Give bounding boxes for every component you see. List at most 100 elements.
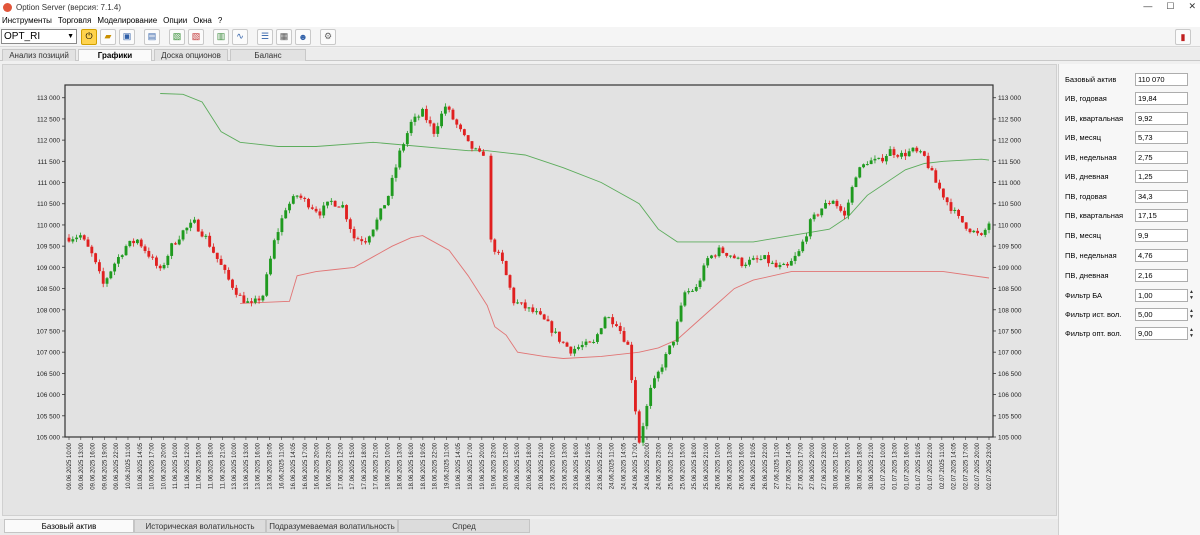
param-value-field[interactable]: 1,00	[1135, 288, 1188, 302]
users-button[interactable]: ☻	[295, 28, 311, 45]
ticker-select[interactable]: OPT_RI ▼	[1, 29, 77, 44]
list-icon: ☰	[260, 31, 270, 41]
x-tick-label: 23.06.2025 13:00	[562, 442, 568, 489]
minimize-icon[interactable]: —	[1143, 1, 1152, 12]
param-value-field[interactable]: 19,84	[1135, 91, 1188, 105]
menu-trading[interactable]: Торговля	[58, 16, 91, 25]
param-value-field[interactable]: 9,92	[1135, 111, 1188, 125]
param-value-field[interactable]: 34,3	[1135, 189, 1188, 203]
x-tick-label: 24.06.2025 20:00	[645, 442, 651, 489]
x-tick-label: 30.06.2025 15:00	[845, 442, 851, 489]
x-tick-label: 25.06.2025 15:00	[680, 442, 686, 489]
candle-body	[865, 164, 869, 166]
candle-body	[839, 206, 843, 211]
candle-body	[531, 307, 535, 312]
candle-body	[451, 109, 455, 120]
x-tick-label: 16.06.2025 11:00	[279, 442, 285, 489]
candle-body	[356, 238, 360, 240]
portfolio-button[interactable]: ▦	[276, 28, 292, 45]
doc-add-button[interactable]: ▧	[169, 28, 185, 45]
x-tick-label: 20.06.2025 21:00	[539, 442, 545, 489]
x-tick-label: 09.06.2025 10:00	[67, 442, 73, 489]
tab-implied-volatility[interactable]: Подразумеваемая волатильность	[266, 519, 398, 533]
candle-body	[554, 331, 558, 333]
candle-body	[523, 302, 527, 309]
x-tick-label: 27.06.2025 23:00	[822, 442, 828, 489]
param-value-field[interactable]: 17,15	[1135, 208, 1188, 222]
menu-options[interactable]: Опции	[163, 16, 187, 25]
candle-body	[926, 155, 930, 168]
menu-windows[interactable]: Окна	[193, 16, 212, 25]
tab-spread[interactable]: Спред	[398, 519, 530, 533]
candle-body	[181, 230, 185, 240]
title-bar: Option Server (версия: 7.1.4) — ☐ ✕	[0, 0, 1200, 14]
line-chart-button[interactable]: ∿	[232, 28, 248, 45]
param-value-field[interactable]: 2,75	[1135, 150, 1188, 164]
candle-body	[744, 264, 748, 267]
x-tick-label: 16.06.2025 20:00	[315, 442, 321, 489]
tab-option-board[interactable]: Доска опционов	[154, 49, 228, 61]
candle-body	[907, 151, 911, 157]
param-value-field[interactable]: 9,9	[1135, 228, 1188, 242]
candle-body	[120, 255, 124, 258]
chevron-down-icon: ▼	[67, 33, 74, 40]
candle-body	[751, 258, 755, 260]
param-value-field[interactable]: 4,76	[1135, 248, 1188, 262]
doc-remove-button[interactable]: ▧	[188, 28, 204, 45]
menu-instruments[interactable]: Инструменты	[2, 16, 52, 25]
candle-body	[383, 205, 386, 209]
param-value-field[interactable]: 2,16	[1135, 268, 1188, 282]
param-row: ИВ, недельная 2,75	[1065, 150, 1193, 164]
tab-position-analysis[interactable]: Анализ позиций	[2, 49, 76, 61]
maximize-icon[interactable]: ☐	[1166, 1, 1174, 12]
candle-body	[185, 227, 189, 231]
param-row: ПВ, годовая 34,3	[1065, 189, 1193, 203]
close-icon[interactable]: ✕	[1188, 1, 1196, 12]
spinner-icon[interactable]: ▲ ▼	[1189, 289, 1195, 302]
param-value-field[interactable]: 5,73	[1135, 130, 1188, 144]
candle-body	[75, 237, 79, 240]
settings-button[interactable]: ⚙	[320, 28, 336, 45]
param-value-field[interactable]: 110 070	[1135, 72, 1188, 86]
bottom-tabs: Базовый актив Историческая волатильность…	[0, 519, 1058, 535]
y-tick-label-right: 107 000	[998, 350, 1022, 357]
menu-modeling[interactable]: Моделирование	[97, 16, 157, 25]
tab-balance[interactable]: Баланс	[230, 49, 306, 61]
tab-underlying[interactable]: Базовый актив	[4, 519, 134, 533]
y-tick-label-left: 108 500	[37, 286, 61, 293]
users-icon: ☻	[298, 31, 308, 42]
save-button[interactable]: ▣	[119, 28, 135, 45]
candle-body	[656, 371, 660, 379]
menu-help[interactable]: ?	[218, 16, 222, 25]
spinner-icon[interactable]: ▲ ▼	[1189, 327, 1195, 340]
param-value-field[interactable]: 1,25	[1135, 169, 1188, 183]
x-tick-label: 13.06.2025 16:00	[256, 442, 262, 489]
candle-body	[155, 257, 158, 266]
param-label: ИВ, месяц	[1065, 132, 1101, 142]
tab-historical-volatility[interactable]: Историческая волатильность	[134, 519, 266, 533]
price-chart[interactable]: 113 000 113 000 112 500 112 500 112 000 112 0…	[3, 65, 1056, 515]
candle-body	[896, 155, 900, 157]
open-folder-button[interactable]: ▰	[100, 28, 116, 45]
candle-body	[569, 346, 573, 354]
candle-body	[462, 129, 466, 136]
candle-body	[786, 263, 789, 266]
book-button[interactable]: ▮	[1175, 29, 1191, 45]
candle-body	[892, 149, 896, 156]
spinner-icon[interactable]: ▲ ▼	[1189, 308, 1195, 321]
param-value-field[interactable]: 9,00	[1135, 326, 1188, 340]
power-button[interactable]: ⏻	[81, 28, 97, 45]
tab-charts[interactable]: Графики	[78, 49, 152, 61]
x-tick-label: 17.06.2025 18:00	[362, 442, 368, 489]
param-value-field[interactable]: 5,00	[1135, 307, 1188, 321]
candle-body	[78, 235, 82, 238]
candle-body	[143, 246, 147, 251]
list-button[interactable]: ☰	[257, 28, 273, 45]
param-row: Фильтр ист. вол. 5,00 ▲ ▼	[1065, 307, 1195, 321]
table-button[interactable]: ▤	[144, 28, 160, 45]
candle-body	[436, 126, 440, 134]
bars-button[interactable]: ▥	[213, 28, 229, 45]
param-row: Фильтр опт. вол. 9,00 ▲ ▼	[1065, 326, 1195, 340]
x-tick-label: 02.07.2025 23:00	[987, 442, 993, 489]
param-label: ПВ, годовая	[1065, 191, 1107, 201]
